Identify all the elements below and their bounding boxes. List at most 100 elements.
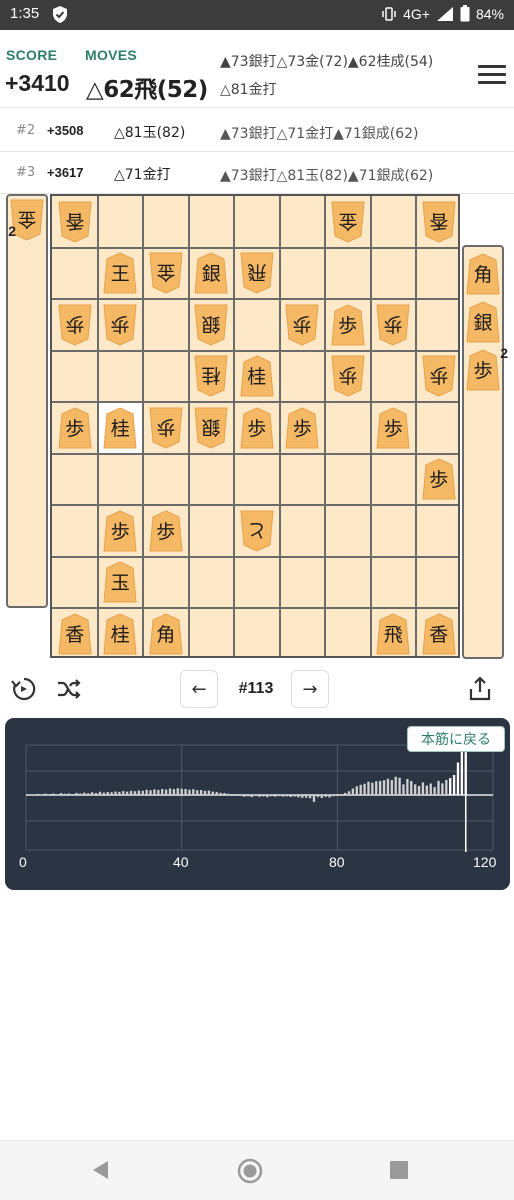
battery-level: 84% <box>475 5 504 22</box>
board-grid-line <box>187 196 190 656</box>
moves-label: MOVES <box>85 47 138 63</box>
home-icon[interactable] <box>237 1158 263 1184</box>
chart-bar <box>390 780 393 795</box>
evaluation-chart[interactable]: 0 40 80 120 本筋に戻る <box>5 718 510 890</box>
chart-bar <box>340 795 343 796</box>
chart-bar <box>402 784 405 795</box>
piece-label: 銀 <box>201 263 221 286</box>
chart-bar <box>55 794 59 796</box>
board-grid-line <box>52 401 458 403</box>
score-value: +3410 <box>5 70 70 96</box>
chart-bar <box>63 793 67 795</box>
shogi-piece-sente[interactable]: 玉 <box>103 561 137 603</box>
prev-move-button[interactable]: ← <box>180 670 218 708</box>
shogi-piece-sente[interactable]: 歩 <box>285 407 319 449</box>
chart-bar <box>375 781 378 795</box>
chart-bar <box>305 795 308 798</box>
flip-board-icon[interactable] <box>10 675 38 703</box>
chart-bar <box>394 776 397 795</box>
shogi-piece-sente[interactable]: 飛 <box>376 613 410 655</box>
shogi-piece-gote[interactable]: 銀 <box>194 304 228 346</box>
chart-bar <box>301 795 304 798</box>
shogi-piece-sente[interactable]: 歩 <box>376 407 410 449</box>
gote-piece-stand[interactable]: 金2 <box>6 194 48 608</box>
shogi-piece-gote[interactable]: 金 <box>331 201 365 243</box>
shogi-piece-gote[interactable]: 歩 <box>331 355 365 397</box>
network-type: 4G+ <box>403 5 430 22</box>
shogi-piece-sente[interactable]: 角 <box>466 253 500 295</box>
alt-pv: ▲73銀打△81玉(82)▲71銀成(62) <box>220 168 434 184</box>
recents-icon[interactable] <box>389 1160 409 1180</box>
shogi-piece-sente[interactable]: 王 <box>103 252 137 294</box>
piece-label: 玉 <box>110 572 130 595</box>
back-icon[interactable] <box>90 1159 110 1181</box>
shogi-piece-sente[interactable]: 歩 <box>103 510 137 552</box>
piece-label: 銀 <box>473 312 493 334</box>
chart-bar <box>164 789 168 795</box>
piece-label: 桂 <box>247 366 267 389</box>
shogi-piece-sente[interactable]: 銀 <box>466 301 500 343</box>
pv-line-1: ▲73銀打△73金(72)▲62桂成(54) <box>220 54 434 70</box>
shogi-piece-sente[interactable]: 香 <box>58 613 92 655</box>
shogi-piece-sente[interactable]: 歩 <box>149 510 183 552</box>
chart-bar <box>359 784 362 795</box>
shogi-piece-sente[interactable]: 歩 <box>58 407 92 449</box>
shogi-piece-sente[interactable]: 角 <box>149 613 183 655</box>
pv-line-2: △81金打 <box>220 82 277 98</box>
shogi-piece-sente[interactable]: 歩 <box>240 407 274 449</box>
shogi-piece-gote[interactable]: 銀 <box>194 407 228 449</box>
shogi-piece-gote[interactable]: 歩 <box>376 304 410 346</box>
signal-icon <box>436 6 453 21</box>
chart-bar <box>347 791 351 795</box>
menu-icon[interactable] <box>478 65 506 87</box>
shogi-piece-sente[interactable]: 銀 <box>194 252 228 294</box>
shogi-piece-gote[interactable]: 歩 <box>103 304 137 346</box>
shogi-piece-gote[interactable]: 歩 <box>422 355 456 397</box>
status-bar: 1:35 4G+ 84% <box>0 0 514 30</box>
chart-bar <box>351 788 355 795</box>
chart-bar <box>126 791 129 795</box>
shogi-piece-gote[interactable]: 歩 <box>149 407 183 449</box>
shogi-piece-sente[interactable]: 桂 <box>103 407 137 449</box>
shogi-piece-sente[interactable]: 香 <box>422 613 456 655</box>
shogi-piece-gote[interactable]: 金2 <box>8 199 44 241</box>
shogi-piece-sente[interactable]: 歩 <box>422 458 456 500</box>
chart-bar <box>242 795 246 797</box>
shogi-piece-gote[interactable]: と <box>240 510 274 552</box>
chart-bar <box>413 784 417 795</box>
shogi-piece-gote[interactable]: 金 <box>149 252 183 294</box>
alt-line-2[interactable]: #2 +3508 △81玉(82) ▲73銀打△71金打▲71銀成(62) <box>0 110 514 152</box>
board-grid-line <box>96 196 99 656</box>
share-icon[interactable] <box>466 675 494 703</box>
shogi-piece-sente[interactable]: 桂 <box>240 355 274 397</box>
shogi-piece-sente[interactable]: 歩 <box>331 304 365 346</box>
alt-line-3[interactable]: #3 +3617 △71金打 ▲73銀打△81玉(82)▲71銀成(62) <box>0 152 514 194</box>
chart-bar <box>176 788 179 795</box>
shogi-piece-gote[interactable]: 歩 <box>58 304 92 346</box>
piece-label: 香 <box>65 623 85 646</box>
return-to-mainline-button[interactable]: 本筋に戻る <box>407 726 505 752</box>
shogi-piece-gote[interactable]: 桂 <box>194 355 228 397</box>
board-grid-line <box>278 196 281 656</box>
best-move: △62飛(52) <box>86 77 208 103</box>
chart-bar <box>371 782 374 795</box>
shogi-piece-sente[interactable]: 桂 <box>103 613 137 655</box>
shogi-piece-sente[interactable]: 歩2 <box>466 345 508 391</box>
chart-bar <box>398 777 401 795</box>
vibrate-icon <box>382 6 396 21</box>
chart-bar <box>184 789 187 795</box>
shuffle-icon[interactable] <box>55 675 83 703</box>
chart-bar <box>336 795 339 796</box>
shogi-piece-gote[interactable]: 香 <box>422 201 456 243</box>
shogi-piece-gote[interactable]: 飛 <box>240 252 274 294</box>
next-move-button[interactable]: → <box>291 670 329 708</box>
sente-piece-stand[interactable]: 角銀歩2 <box>462 245 508 659</box>
chart-bar <box>320 795 323 798</box>
shogi-piece-gote[interactable]: 香 <box>58 201 92 243</box>
chart-bar <box>410 781 413 795</box>
chart-bar <box>262 795 265 797</box>
shogi-board[interactable]: 香金香王金銀飛歩歩銀歩歩歩桂桂歩歩歩桂歩銀歩歩歩歩歩歩と玉香桂角飛香 <box>50 194 460 658</box>
shogi-piece-gote[interactable]: 歩 <box>285 304 319 346</box>
piece-label: 歩 <box>429 364 449 387</box>
alt-move: △81玉(82) <box>114 125 186 141</box>
